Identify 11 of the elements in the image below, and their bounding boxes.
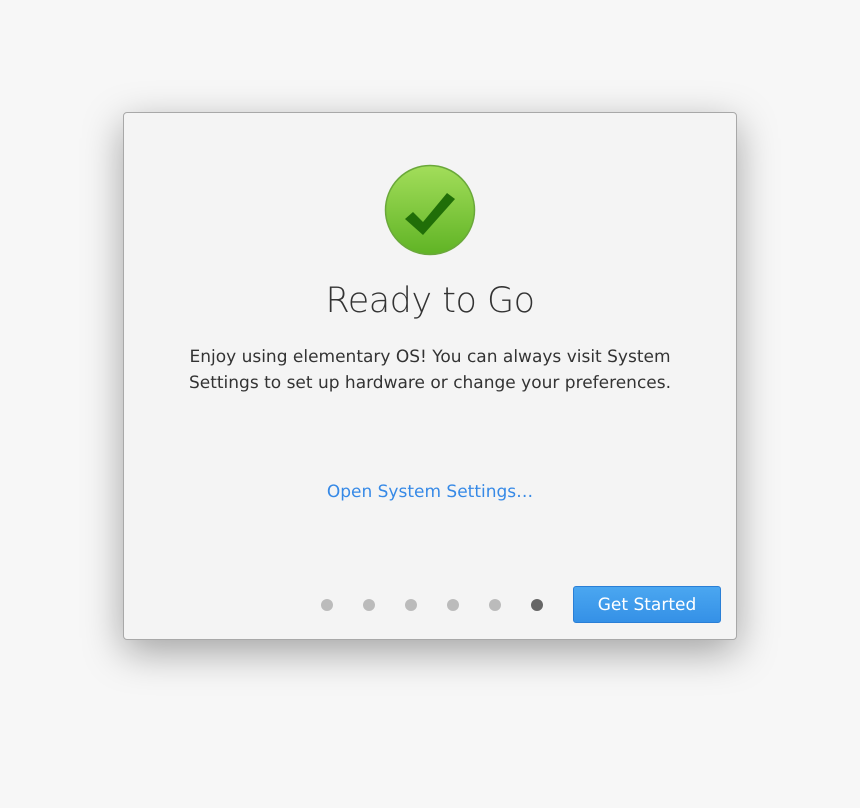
page-dot[interactable] [489,598,501,610]
dialog-message: Enjoy using elementary OS! You can always visit System Settings to set up hardware or change your preferences. [188,346,672,395]
page-dot[interactable] [447,598,459,610]
checkmark-icon [384,164,476,256]
page-dot[interactable] [531,598,543,610]
page-dot[interactable] [405,598,417,610]
settings-link[interactable]: Open System Settings… [326,480,534,504]
dialog-title: Ready to Go [325,280,535,323]
page-dot[interactable] [363,598,375,610]
get-started-button[interactable]: Get Started [573,586,721,623]
page-dot[interactable] [321,598,333,610]
